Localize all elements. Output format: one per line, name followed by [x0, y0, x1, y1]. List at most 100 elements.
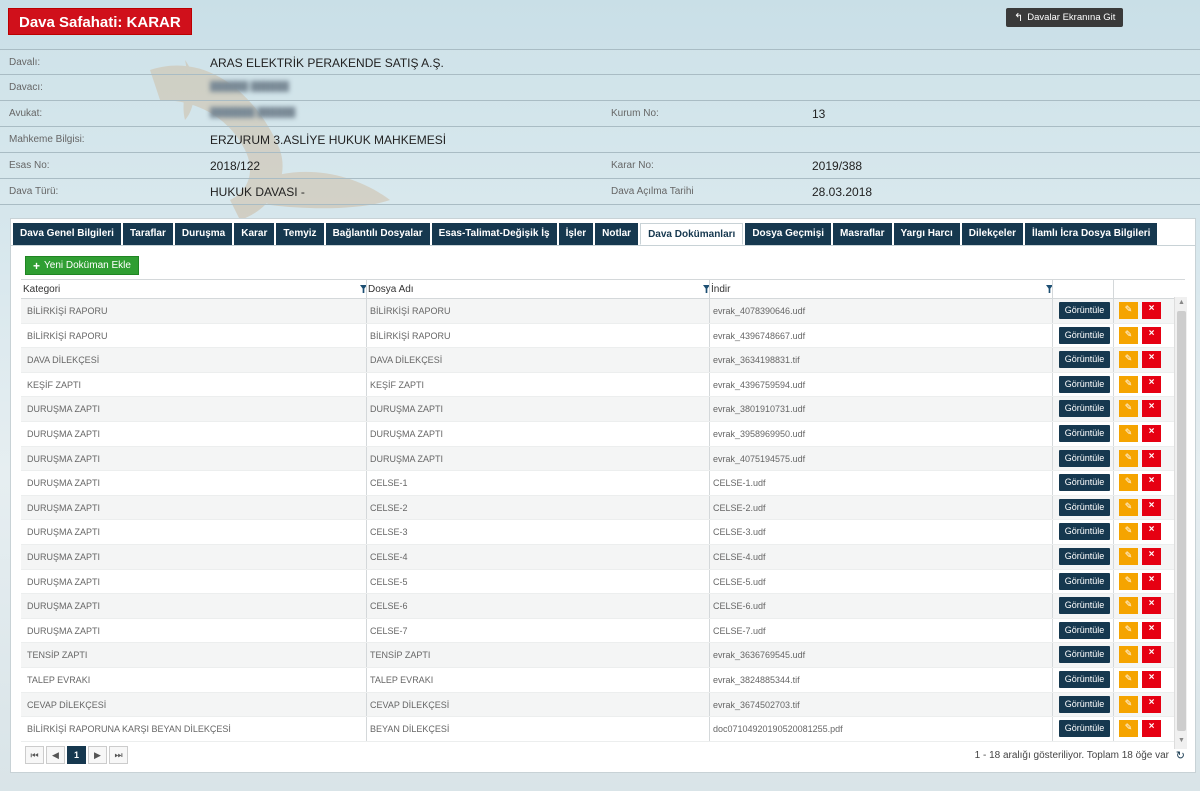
close-icon[interactable]: ×: [1142, 523, 1161, 541]
cell-indir-link[interactable]: evrak_3634198831.tif: [713, 355, 800, 365]
pencil-icon[interactable]: ✎: [1119, 547, 1138, 565]
scroll-down-icon[interactable]: ▼: [1177, 737, 1186, 747]
prev-page-button[interactable]: ◀: [46, 746, 65, 764]
close-icon[interactable]: ×: [1142, 326, 1161, 344]
pencil-icon[interactable]: ✎: [1119, 695, 1138, 713]
view-button[interactable]: Görüntüle: [1059, 695, 1110, 713]
close-icon[interactable]: ×: [1142, 498, 1161, 516]
cell-indir-link[interactable]: evrak_3958969950.udf: [713, 429, 805, 439]
view-button[interactable]: Görüntüle: [1059, 597, 1110, 615]
tab-taraflar[interactable]: Taraflar: [122, 223, 173, 245]
grid-scrollbar[interactable]: ▲ ▼: [1174, 297, 1187, 749]
tab-ba-lant-l-dosyalar[interactable]: Bağlantılı Dosyalar: [325, 223, 430, 245]
view-button[interactable]: Görüntüle: [1059, 572, 1110, 590]
view-button[interactable]: Görüntüle: [1059, 547, 1110, 565]
close-icon[interactable]: ×: [1142, 375, 1161, 393]
pencil-icon[interactable]: ✎: [1119, 523, 1138, 541]
pencil-icon[interactable]: ✎: [1119, 720, 1138, 738]
close-icon[interactable]: ×: [1142, 547, 1161, 565]
pencil-icon[interactable]: ✎: [1119, 572, 1138, 590]
page-number-button[interactable]: 1: [67, 746, 86, 764]
close-icon[interactable]: ×: [1142, 424, 1161, 442]
cell-indir-link[interactable]: CELSE-7.udf: [713, 626, 766, 636]
tab-notlar[interactable]: Notlar: [595, 223, 639, 245]
pencil-icon[interactable]: ✎: [1119, 646, 1138, 664]
cell-indir-link[interactable]: evrak_3636769545.udf: [713, 650, 805, 660]
pencil-icon[interactable]: ✎: [1119, 424, 1138, 442]
close-icon[interactable]: ×: [1142, 351, 1161, 369]
close-icon[interactable]: ×: [1142, 449, 1161, 467]
cell-indir-link[interactable]: evrak_4075194575.udf: [713, 454, 805, 464]
cell-indir-link[interactable]: evrak_4396759594.udf: [713, 380, 805, 390]
tab-duru-ma[interactable]: Duruşma: [174, 223, 233, 245]
close-icon[interactable]: ×: [1142, 302, 1161, 319]
close-icon[interactable]: ×: [1142, 572, 1161, 590]
pencil-icon[interactable]: ✎: [1119, 498, 1138, 516]
cell-indir-link[interactable]: CELSE-4.udf: [713, 552, 766, 562]
pencil-icon[interactable]: ✎: [1119, 670, 1138, 688]
tab-karar[interactable]: Karar: [234, 223, 275, 245]
pencil-icon[interactable]: ✎: [1119, 302, 1138, 319]
tab-masraflar[interactable]: Masraflar: [833, 223, 892, 245]
view-button[interactable]: Görüntüle: [1059, 449, 1110, 467]
tab-dilek-eler[interactable]: Dilekçeler: [961, 223, 1024, 245]
view-button[interactable]: Görüntüle: [1059, 326, 1110, 344]
column-header-kategori[interactable]: Kategori: [23, 284, 60, 295]
pencil-icon[interactable]: ✎: [1119, 400, 1138, 418]
pencil-icon[interactable]: ✎: [1119, 474, 1138, 492]
close-icon[interactable]: ×: [1142, 400, 1161, 418]
close-icon[interactable]: ×: [1142, 621, 1161, 639]
tab-yarg-harc-[interactable]: Yargı Harcı: [893, 223, 960, 245]
view-button[interactable]: Görüntüle: [1059, 474, 1110, 492]
add-document-button[interactable]: + Yeni Doküman Ekle: [25, 256, 139, 275]
pencil-icon[interactable]: ✎: [1119, 449, 1138, 467]
scrollbar-thumb[interactable]: [1177, 311, 1186, 731]
column-header-indir[interactable]: İndir: [711, 284, 730, 295]
view-button[interactable]: Görüntüle: [1059, 375, 1110, 393]
close-icon[interactable]: ×: [1142, 670, 1161, 688]
view-button[interactable]: Görüntüle: [1059, 646, 1110, 664]
view-button[interactable]: Görüntüle: [1059, 498, 1110, 516]
tab-temyiz[interactable]: Temyiz: [276, 223, 324, 245]
tab-i-laml-i-cra-dosya-bilgileri[interactable]: İlamlı İcra Dosya Bilgileri: [1025, 223, 1158, 245]
scroll-up-icon[interactable]: ▲: [1177, 299, 1186, 309]
cell-indir-link[interactable]: evrak_3801910731.udf: [713, 404, 805, 414]
tab-dava-genel-bilgileri[interactable]: Dava Genel Bilgileri: [13, 223, 121, 245]
next-page-button[interactable]: ▶: [88, 746, 107, 764]
cell-indir-link[interactable]: CELSE-1.udf: [713, 478, 766, 488]
close-icon[interactable]: ×: [1142, 720, 1161, 738]
cell-indir-link[interactable]: CELSE-2.udf: [713, 503, 766, 513]
first-page-button[interactable]: ⏮: [25, 746, 44, 764]
tab-esas-talimat-de-i-ik-i-[interactable]: Esas-Talimat-Değişik İş: [431, 223, 557, 245]
refresh-icon[interactable]: ↻: [1176, 749, 1185, 762]
pencil-icon[interactable]: ✎: [1119, 375, 1138, 393]
close-icon[interactable]: ×: [1142, 597, 1161, 615]
view-button[interactable]: Görüntüle: [1059, 302, 1110, 319]
view-button[interactable]: Görüntüle: [1059, 400, 1110, 418]
last-page-button[interactable]: ⏭: [109, 746, 128, 764]
pencil-icon[interactable]: ✎: [1119, 351, 1138, 369]
cell-indir-link[interactable]: doc07104920190520081255.pdf: [713, 724, 843, 734]
column-header-dosya-adi[interactable]: Dosya Adı: [368, 284, 414, 295]
tab-i-ler[interactable]: İşler: [558, 223, 594, 245]
pencil-icon[interactable]: ✎: [1119, 621, 1138, 639]
cell-indir-link[interactable]: CELSE-5.udf: [713, 577, 766, 587]
close-icon[interactable]: ×: [1142, 695, 1161, 713]
cell-indir-link[interactable]: CELSE-6.udf: [713, 601, 766, 611]
pencil-icon[interactable]: ✎: [1119, 326, 1138, 344]
cell-indir-link[interactable]: CELSE-3.udf: [713, 527, 766, 537]
cell-indir-link[interactable]: evrak_3674502703.tif: [713, 700, 800, 710]
view-button[interactable]: Görüntüle: [1059, 351, 1110, 369]
view-button[interactable]: Görüntüle: [1059, 523, 1110, 541]
close-icon[interactable]: ×: [1142, 646, 1161, 664]
view-button[interactable]: Görüntüle: [1059, 670, 1110, 688]
view-button[interactable]: Görüntüle: [1059, 621, 1110, 639]
tab-dosya-ge-mi-i[interactable]: Dosya Geçmişi: [745, 223, 832, 245]
back-to-cases-button[interactable]: ↰ Davalar Ekranına Git: [1006, 8, 1124, 27]
cell-indir-link[interactable]: evrak_4396748667.udf: [713, 331, 805, 341]
pencil-icon[interactable]: ✎: [1119, 597, 1138, 615]
cell-indir-link[interactable]: evrak_4078390646.udf: [713, 306, 805, 316]
close-icon[interactable]: ×: [1142, 474, 1161, 492]
cell-indir-link[interactable]: evrak_3824885344.tif: [713, 675, 800, 685]
view-button[interactable]: Görüntüle: [1059, 424, 1110, 442]
